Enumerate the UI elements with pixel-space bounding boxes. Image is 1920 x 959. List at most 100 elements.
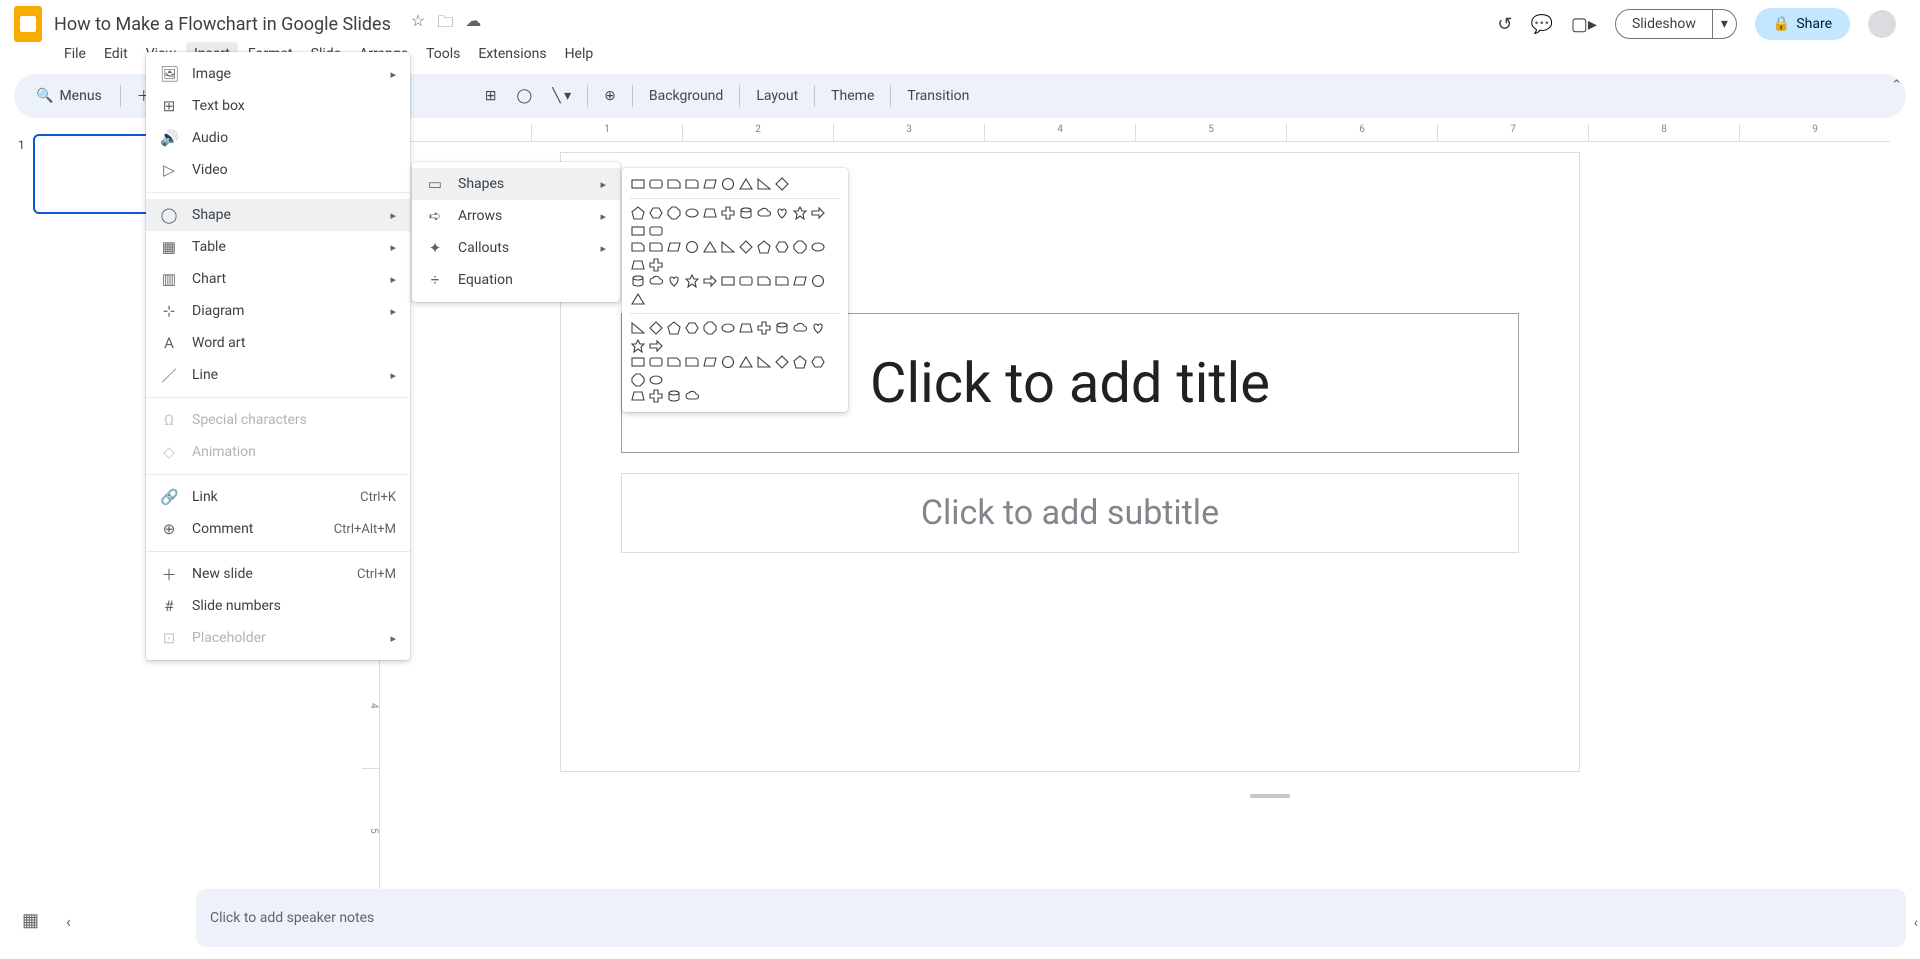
shape-option[interactable] bbox=[774, 273, 790, 289]
shape-option[interactable] bbox=[648, 372, 664, 388]
move-folder-icon[interactable]: 🗀 bbox=[437, 11, 453, 38]
shape-option[interactable] bbox=[684, 388, 700, 404]
shape-option[interactable] bbox=[648, 354, 664, 370]
insert-item-shape[interactable]: ◯Shape▸ bbox=[146, 199, 410, 231]
collapse-toolbar-icon[interactable]: ⌃ bbox=[1891, 78, 1902, 93]
shape-option[interactable] bbox=[792, 273, 808, 289]
shape-option[interactable] bbox=[756, 239, 772, 255]
shape-option[interactable] bbox=[630, 273, 646, 289]
comment-tool-icon[interactable]: ⊕ bbox=[596, 84, 624, 108]
shape-option[interactable] bbox=[792, 354, 808, 370]
insert-item-audio[interactable]: 🔊Audio bbox=[146, 122, 410, 154]
collapse-filmstrip-icon[interactable]: ‹ bbox=[66, 912, 71, 931]
shape-option[interactable] bbox=[720, 176, 736, 192]
shape-option[interactable] bbox=[630, 257, 646, 273]
shape-option[interactable] bbox=[702, 354, 718, 370]
shape-option[interactable] bbox=[630, 223, 646, 239]
explore-collapse-icon[interactable]: ‹ bbox=[1914, 915, 1918, 931]
shape-option[interactable] bbox=[630, 291, 646, 307]
shape-option[interactable] bbox=[720, 273, 736, 289]
insert-item-table[interactable]: ▦Table▸ bbox=[146, 231, 410, 263]
shape-option[interactable] bbox=[648, 205, 664, 221]
menu-extensions[interactable]: Extensions bbox=[470, 42, 554, 66]
insert-item-text-box[interactable]: ⊞Text box bbox=[146, 90, 410, 122]
shape-option[interactable] bbox=[666, 176, 682, 192]
shape-option[interactable] bbox=[810, 205, 826, 221]
shape-item-callouts[interactable]: ✦Callouts▸ bbox=[412, 232, 620, 264]
grid-view-icon[interactable]: ▦ bbox=[22, 910, 39, 931]
shape-option[interactable] bbox=[756, 273, 772, 289]
shape-option[interactable] bbox=[792, 205, 808, 221]
insert-item-video[interactable]: ▷Video bbox=[146, 154, 410, 186]
cloud-status-icon[interactable]: ☁ bbox=[465, 11, 481, 38]
theme-button[interactable]: Theme bbox=[823, 84, 882, 108]
insert-item-slide-numbers[interactable]: #Slide numbers bbox=[146, 590, 410, 622]
history-icon[interactable]: ↺ bbox=[1497, 14, 1512, 35]
shape-option[interactable] bbox=[630, 239, 646, 255]
shape-item-arrows[interactable]: ➪Arrows▸ bbox=[412, 200, 620, 232]
shape-option[interactable] bbox=[738, 354, 754, 370]
shape-option[interactable] bbox=[648, 388, 664, 404]
insert-item-chart[interactable]: ▥Chart▸ bbox=[146, 263, 410, 295]
shape-option[interactable] bbox=[684, 205, 700, 221]
shape-option[interactable] bbox=[684, 320, 700, 336]
document-title[interactable]: How to Make a Flowchart in Google Slides bbox=[54, 14, 391, 35]
transition-button[interactable]: Transition bbox=[899, 84, 977, 108]
share-button[interactable]: 🔒Share bbox=[1755, 8, 1850, 40]
shape-option[interactable] bbox=[756, 354, 772, 370]
shape-option[interactable] bbox=[720, 320, 736, 336]
comments-icon[interactable]: 💬 bbox=[1530, 14, 1552, 35]
menus-search-button[interactable]: 🔍Menus bbox=[26, 84, 112, 108]
star-icon[interactable]: ☆ bbox=[411, 11, 425, 38]
account-avatar[interactable] bbox=[1868, 10, 1896, 38]
shape-option[interactable] bbox=[720, 205, 736, 221]
shape-option[interactable] bbox=[756, 205, 772, 221]
shape-option[interactable] bbox=[738, 320, 754, 336]
shape-item-equation[interactable]: ÷Equation bbox=[412, 264, 620, 296]
insert-item-image[interactable]: 🖼Image▸ bbox=[146, 58, 410, 90]
shape-option[interactable] bbox=[774, 320, 790, 336]
shape-option[interactable] bbox=[720, 239, 736, 255]
line-tool-icon[interactable]: ╲ ▾ bbox=[544, 84, 579, 108]
shape-option[interactable] bbox=[738, 205, 754, 221]
shape-option[interactable] bbox=[630, 205, 646, 221]
shape-option[interactable] bbox=[648, 338, 664, 354]
insert-item-comment[interactable]: ⊕CommentCtrl+Alt+M bbox=[146, 513, 410, 545]
shape-option[interactable] bbox=[666, 388, 682, 404]
shape-option[interactable] bbox=[792, 320, 808, 336]
shape-option[interactable] bbox=[810, 354, 826, 370]
shape-option[interactable] bbox=[684, 239, 700, 255]
insert-item-link[interactable]: 🔗LinkCtrl+K bbox=[146, 481, 410, 513]
shape-option[interactable] bbox=[810, 320, 826, 336]
shape-option[interactable] bbox=[648, 273, 664, 289]
shape-option[interactable] bbox=[756, 176, 772, 192]
insert-item-new-slide[interactable]: ＋New slideCtrl+M bbox=[146, 558, 410, 590]
shape-option[interactable] bbox=[648, 239, 664, 255]
shape-option[interactable] bbox=[810, 273, 826, 289]
shape-option[interactable] bbox=[738, 273, 754, 289]
shape-option[interactable] bbox=[720, 354, 736, 370]
shape-option[interactable] bbox=[630, 388, 646, 404]
slideshow-dropdown-button[interactable]: ▾ bbox=[1713, 9, 1737, 39]
shape-option[interactable] bbox=[648, 257, 664, 273]
shape-option[interactable] bbox=[630, 354, 646, 370]
menu-file[interactable]: File bbox=[56, 42, 94, 66]
shape-tool-icon[interactable]: ◯ bbox=[509, 84, 541, 108]
menu-edit[interactable]: Edit bbox=[96, 42, 136, 66]
shape-option[interactable] bbox=[702, 273, 718, 289]
shape-option[interactable] bbox=[666, 273, 682, 289]
shape-option[interactable] bbox=[702, 176, 718, 192]
shape-option[interactable] bbox=[774, 205, 790, 221]
shape-option[interactable] bbox=[810, 239, 826, 255]
shape-option[interactable] bbox=[702, 320, 718, 336]
shape-option[interactable] bbox=[684, 273, 700, 289]
insert-item-word-art[interactable]: AWord art bbox=[146, 327, 410, 359]
subtitle-placeholder[interactable]: Click to add subtitle bbox=[621, 473, 1519, 553]
shape-item-shapes[interactable]: ▭Shapes▸ bbox=[412, 168, 620, 200]
insert-item-line[interactable]: ／Line▸ bbox=[146, 359, 410, 391]
shape-option[interactable] bbox=[666, 239, 682, 255]
shape-option[interactable] bbox=[630, 176, 646, 192]
textbox-tool-icon[interactable]: ⊞ bbox=[477, 84, 505, 108]
meet-icon[interactable]: ▢▸ bbox=[1571, 14, 1597, 35]
shape-option[interactable] bbox=[630, 372, 646, 388]
